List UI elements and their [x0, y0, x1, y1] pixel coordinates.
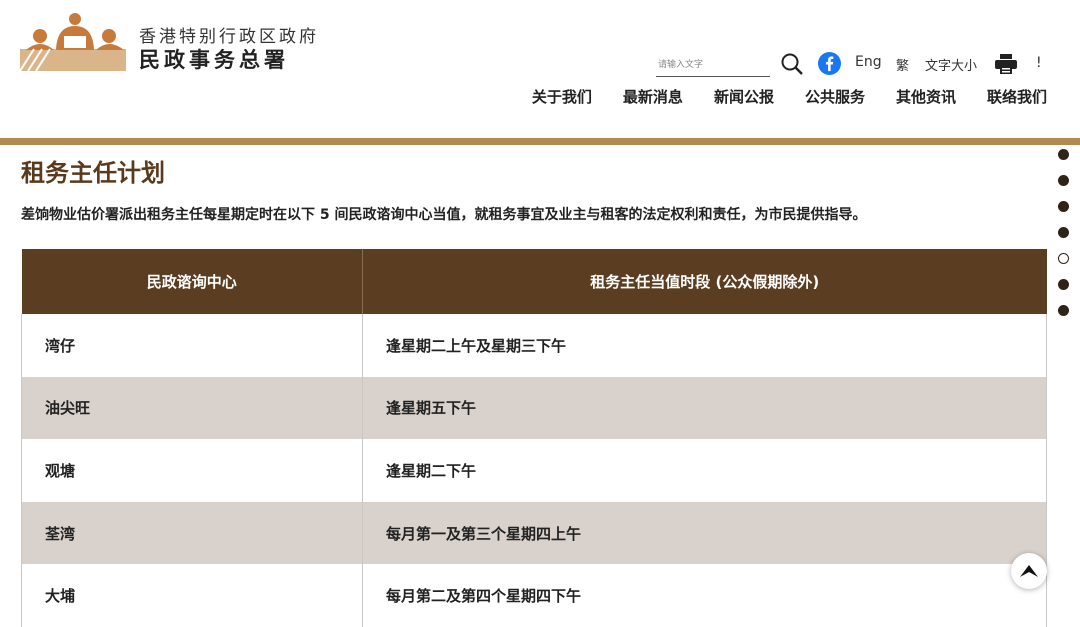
- facebook-link[interactable]: [818, 52, 841, 75]
- cell-centre: 荃湾: [21, 501, 363, 565]
- page-title: 租务主任计划: [21, 159, 165, 187]
- intro-text: 差饷物业估价署派出租务主任每星期定时在以下 5 间民政谘询中心当值，就租务事宜及…: [21, 207, 867, 223]
- section-dot-7[interactable]: [1058, 305, 1069, 316]
- lang-traditional-link[interactable]: 繁: [896, 55, 909, 74]
- main-nav: 关于我们 最新消息 新闻公报 公共服务 其他资讯 联络我们: [532, 86, 1047, 107]
- nav-other-info[interactable]: 其他资讯: [896, 86, 956, 107]
- cell-centre: 观塘: [21, 439, 363, 502]
- section-dot-2[interactable]: [1058, 175, 1069, 186]
- cell-centre: 油尖旺: [21, 376, 363, 440]
- search-icon: [781, 53, 803, 75]
- cell-duty-hours: 逢星期二下午: [362, 439, 1047, 502]
- alert-link[interactable]: !: [1036, 55, 1042, 71]
- nav-about-us[interactable]: 关于我们: [532, 86, 592, 107]
- cell-duty-hours: 逢星期二上午及星期三下午: [362, 314, 1047, 377]
- cell-duty-hours: 逢星期五下午: [362, 376, 1047, 440]
- cell-duty-hours: 每月第二及第四个星期四下午: [362, 564, 1047, 627]
- nav-latest-news[interactable]: 最新消息: [623, 86, 683, 107]
- table-row: 大埔 每月第二及第四个星期四下午: [21, 564, 1047, 627]
- column-header-centre: 民政谘询中心: [21, 249, 363, 314]
- site-header: 香港特别行政区政府 民政事务总署 Eng 繁 文字大小 ! 关于我们 最新消息 …: [0, 0, 1080, 138]
- font-size-link[interactable]: 文字大小: [925, 55, 977, 74]
- lang-english-link[interactable]: Eng: [855, 54, 882, 70]
- home-affairs-logo[interactable]: [20, 12, 130, 72]
- section-dot-5[interactable]: [1058, 253, 1069, 264]
- cell-duty-hours: 每月第一及第三个星期四上午: [362, 501, 1047, 565]
- nav-contact-us[interactable]: 联络我们: [987, 86, 1047, 107]
- table-row: 湾仔 逢星期二上午及星期三下午: [21, 314, 1047, 377]
- print-icon: [995, 54, 1017, 74]
- print-button[interactable]: [995, 54, 1017, 74]
- section-dot-4[interactable]: [1058, 227, 1069, 238]
- section-dot-3[interactable]: [1058, 201, 1069, 212]
- section-dot-nav: [1058, 149, 1069, 331]
- section-dot-1[interactable]: [1058, 149, 1069, 160]
- org-name-department: 民政事务总署: [139, 48, 289, 72]
- column-header-duty-hours: 租务主任当值时段 (公众假期除外): [362, 249, 1047, 314]
- nav-press-releases[interactable]: 新闻公报: [714, 86, 774, 107]
- table-row: 油尖旺 逢星期五下午: [21, 376, 1047, 440]
- nav-public-services[interactable]: 公共服务: [805, 86, 865, 107]
- table-row: 荃湾 每月第一及第三个星期四上午: [21, 501, 1047, 565]
- table-row: 观塘 逢星期二下午: [21, 439, 1047, 502]
- search-input[interactable]: [656, 54, 770, 77]
- table-header-row: 民政谘询中心 租务主任当值时段 (公众假期除外): [21, 249, 1047, 314]
- search-button[interactable]: [780, 52, 804, 76]
- cell-centre: 大埔: [21, 564, 363, 627]
- duty-schedule-table: 民政谘询中心 租务主任当值时段 (公众假期除外) 湾仔 逢星期二上午及星期三下午…: [21, 249, 1047, 627]
- back-to-top-button[interactable]: [1011, 553, 1047, 589]
- section-dot-6[interactable]: [1058, 279, 1069, 290]
- chevron-up-icon: [1020, 565, 1038, 577]
- cell-centre: 湾仔: [21, 314, 363, 377]
- facebook-icon: [818, 52, 841, 75]
- header-divider: [0, 138, 1080, 145]
